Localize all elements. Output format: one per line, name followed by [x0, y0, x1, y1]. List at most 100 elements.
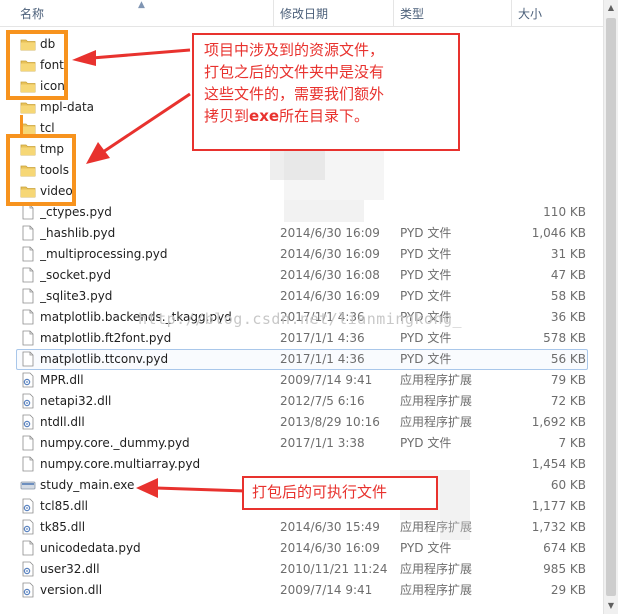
file-icon	[20, 267, 36, 283]
file-type: 应用程序扩展	[400, 583, 473, 597]
file-date: 2014/6/30 16:09	[280, 289, 380, 303]
file-type: PYD 文件	[400, 436, 452, 450]
header-date[interactable]: 修改日期	[273, 0, 393, 26]
file-size: 1,046 KB	[531, 226, 586, 240]
file-size	[510, 97, 586, 118]
file-type: PYD 文件	[400, 226, 452, 240]
file-row[interactable]: _multiprocessing.pyd 2014/6/30 16:09 PYD 文…	[0, 244, 603, 265]
file-type: PYD 文件	[400, 541, 452, 555]
file-date	[280, 454, 392, 475]
file-icon	[20, 309, 36, 325]
scroll-down-icon[interactable]: ▼	[604, 598, 618, 614]
file-icon	[20, 288, 36, 304]
file-size	[510, 76, 586, 97]
file-row[interactable]: _socket.pyd 2014/6/30 16:08 PYD 文件 47 KB	[0, 265, 603, 286]
file-type	[400, 202, 510, 223]
file-name: tcl85.dll	[40, 499, 89, 513]
callout-line-4-pre: 拷贝到	[204, 107, 250, 125]
file-size: 29 KB	[550, 583, 586, 597]
file-type: 应用程序扩展	[400, 562, 473, 576]
file-type: PYD 文件	[400, 331, 452, 345]
file-size: 60 KB	[550, 478, 586, 492]
file-date: 2014/6/30 16:08	[280, 268, 380, 282]
dll-icon	[20, 519, 36, 535]
file-icon	[20, 204, 36, 220]
file-type: PYD 文件	[400, 352, 452, 366]
file-row[interactable]: netapi32.dll 2012/7/5 6:16 应用程序扩展 72 KB	[0, 391, 603, 412]
callout-line-1: 项目中涉及到的资源文件，	[204, 41, 385, 59]
file-size: 7 KB	[558, 436, 586, 450]
file-icon	[20, 246, 36, 262]
file-row[interactable]: tk85.dll 2014/6/30 15:49 应用程序扩展 1,732 KB	[0, 517, 603, 538]
file-date: 2010/11/21 11:24	[280, 562, 388, 576]
file-row[interactable]: MPR.dll 2009/7/14 9:41 应用程序扩展 79 KB	[0, 370, 603, 391]
file-size: 31 KB	[550, 247, 586, 261]
file-name: numpy.core._dummy.pyd	[40, 436, 190, 450]
vertical-scrollbar[interactable]: ▲ ▼	[603, 0, 618, 614]
callout-line-3: 这些文件的，需要我们额外	[204, 85, 385, 103]
file-row[interactable]: version.dll 2009/7/14 9:41 应用程序扩展 29 KB	[0, 580, 603, 601]
header-date-label: 修改日期	[280, 7, 329, 21]
file-row[interactable]: user32.dll 2010/11/21 11:24 应用程序扩展 985 KB	[0, 559, 603, 580]
file-name: version.dll	[40, 583, 103, 597]
file-name: netapi32.dll	[40, 394, 112, 408]
blurred-region	[440, 470, 470, 540]
file-size	[510, 118, 586, 139]
header-size[interactable]: 大小	[511, 0, 591, 26]
file-row[interactable]: numpy.core._dummy.pyd 2017/1/1 3:38 PYD 文件…	[0, 433, 603, 454]
callout-executable: 打包后的可执行文件	[242, 476, 438, 510]
file-type: PYD 文件	[400, 247, 452, 261]
file-date: 2014/6/30 16:09	[280, 541, 380, 555]
file-name: ntdll.dll	[40, 415, 85, 429]
sort-ascending-icon: ▲	[138, 0, 145, 10]
file-row[interactable]: ntdll.dll 2013/8/29 10:16 应用程序扩展 1,692 KB	[0, 412, 603, 433]
file-icon	[20, 225, 36, 241]
file-type: 应用程序扩展	[400, 373, 473, 387]
file-name: _socket.pyd	[40, 268, 111, 282]
file-size: 1,732 KB	[531, 520, 586, 534]
header-name-label: 名称	[20, 7, 45, 21]
file-row[interactable]: _hashlib.pyd 2014/6/30 16:09 PYD 文件 1,046 K…	[0, 223, 603, 244]
file-name: user32.dll	[40, 562, 100, 576]
file-name: tk85.dll	[40, 520, 86, 534]
file-icon	[20, 330, 36, 346]
callout-line-2: 打包之后的文件夹中是没有	[204, 63, 385, 81]
scroll-up-icon[interactable]: ▲	[604, 0, 618, 16]
dll-icon	[20, 582, 36, 598]
file-row[interactable]: matplotlib.ttconv.pyd 2017/1/1 4:36 PYD 文件…	[0, 349, 603, 370]
file-size	[510, 181, 586, 202]
file-size: 47 KB	[550, 268, 586, 282]
dll-icon	[20, 561, 36, 577]
file-type	[400, 160, 510, 181]
file-type: PYD 文件	[400, 268, 452, 282]
file-row[interactable]: unicodedata.pyd 2014/6/30 16:09 PYD 文件 674 …	[0, 538, 603, 559]
blurred-region	[284, 200, 364, 222]
file-name: unicodedata.pyd	[40, 541, 141, 555]
file-size: 36 KB	[550, 310, 586, 324]
file-name: MPR.dll	[40, 373, 84, 387]
header-type[interactable]: 类型	[393, 0, 511, 26]
file-name: study_main.exe	[40, 478, 135, 492]
column-header-bar: 名称 ▲ 修改日期 类型 大小	[0, 0, 603, 27]
file-date: 2017/1/1 4:36	[280, 331, 365, 345]
file-date: 2014/6/30 16:09	[280, 226, 380, 240]
scroll-thumb[interactable]	[606, 18, 616, 596]
file-date: 2013/8/29 10:16	[280, 415, 380, 429]
file-size: 58 KB	[550, 289, 586, 303]
file-date: 2009/7/14 9:41	[280, 583, 373, 597]
file-size: 72 KB	[550, 394, 586, 408]
file-explorer-window: 名称 ▲ 修改日期 类型 大小 db2017/1/1文件夹fonticonmpl…	[0, 0, 618, 614]
file-row[interactable]: _sqlite3.pyd 2014/6/30 16:09 PYD 文件 58 KB	[0, 286, 603, 307]
file-date: 2014/6/30 15:49	[280, 520, 380, 534]
file-row[interactable]: matplotlib.ft2font.pyd 2017/1/1 4:36 PYD 文…	[0, 328, 603, 349]
file-size: 56 KB	[550, 352, 586, 366]
file-size: 1,692 KB	[531, 415, 586, 429]
callout-resource-files: 项目中涉及到的资源文件， 打包之后的文件夹中是没有 这些文件的，需要我们额外 拷…	[192, 33, 460, 151]
file-size: 110 KB	[543, 205, 586, 219]
dll-icon	[20, 372, 36, 388]
file-row[interactable]: numpy.core.multiarray.pyd 1,454 KB	[0, 454, 603, 475]
file-size: 79 KB	[550, 373, 586, 387]
folder-icon	[20, 99, 36, 115]
file-size	[510, 34, 586, 55]
file-size: 674 KB	[543, 541, 586, 555]
